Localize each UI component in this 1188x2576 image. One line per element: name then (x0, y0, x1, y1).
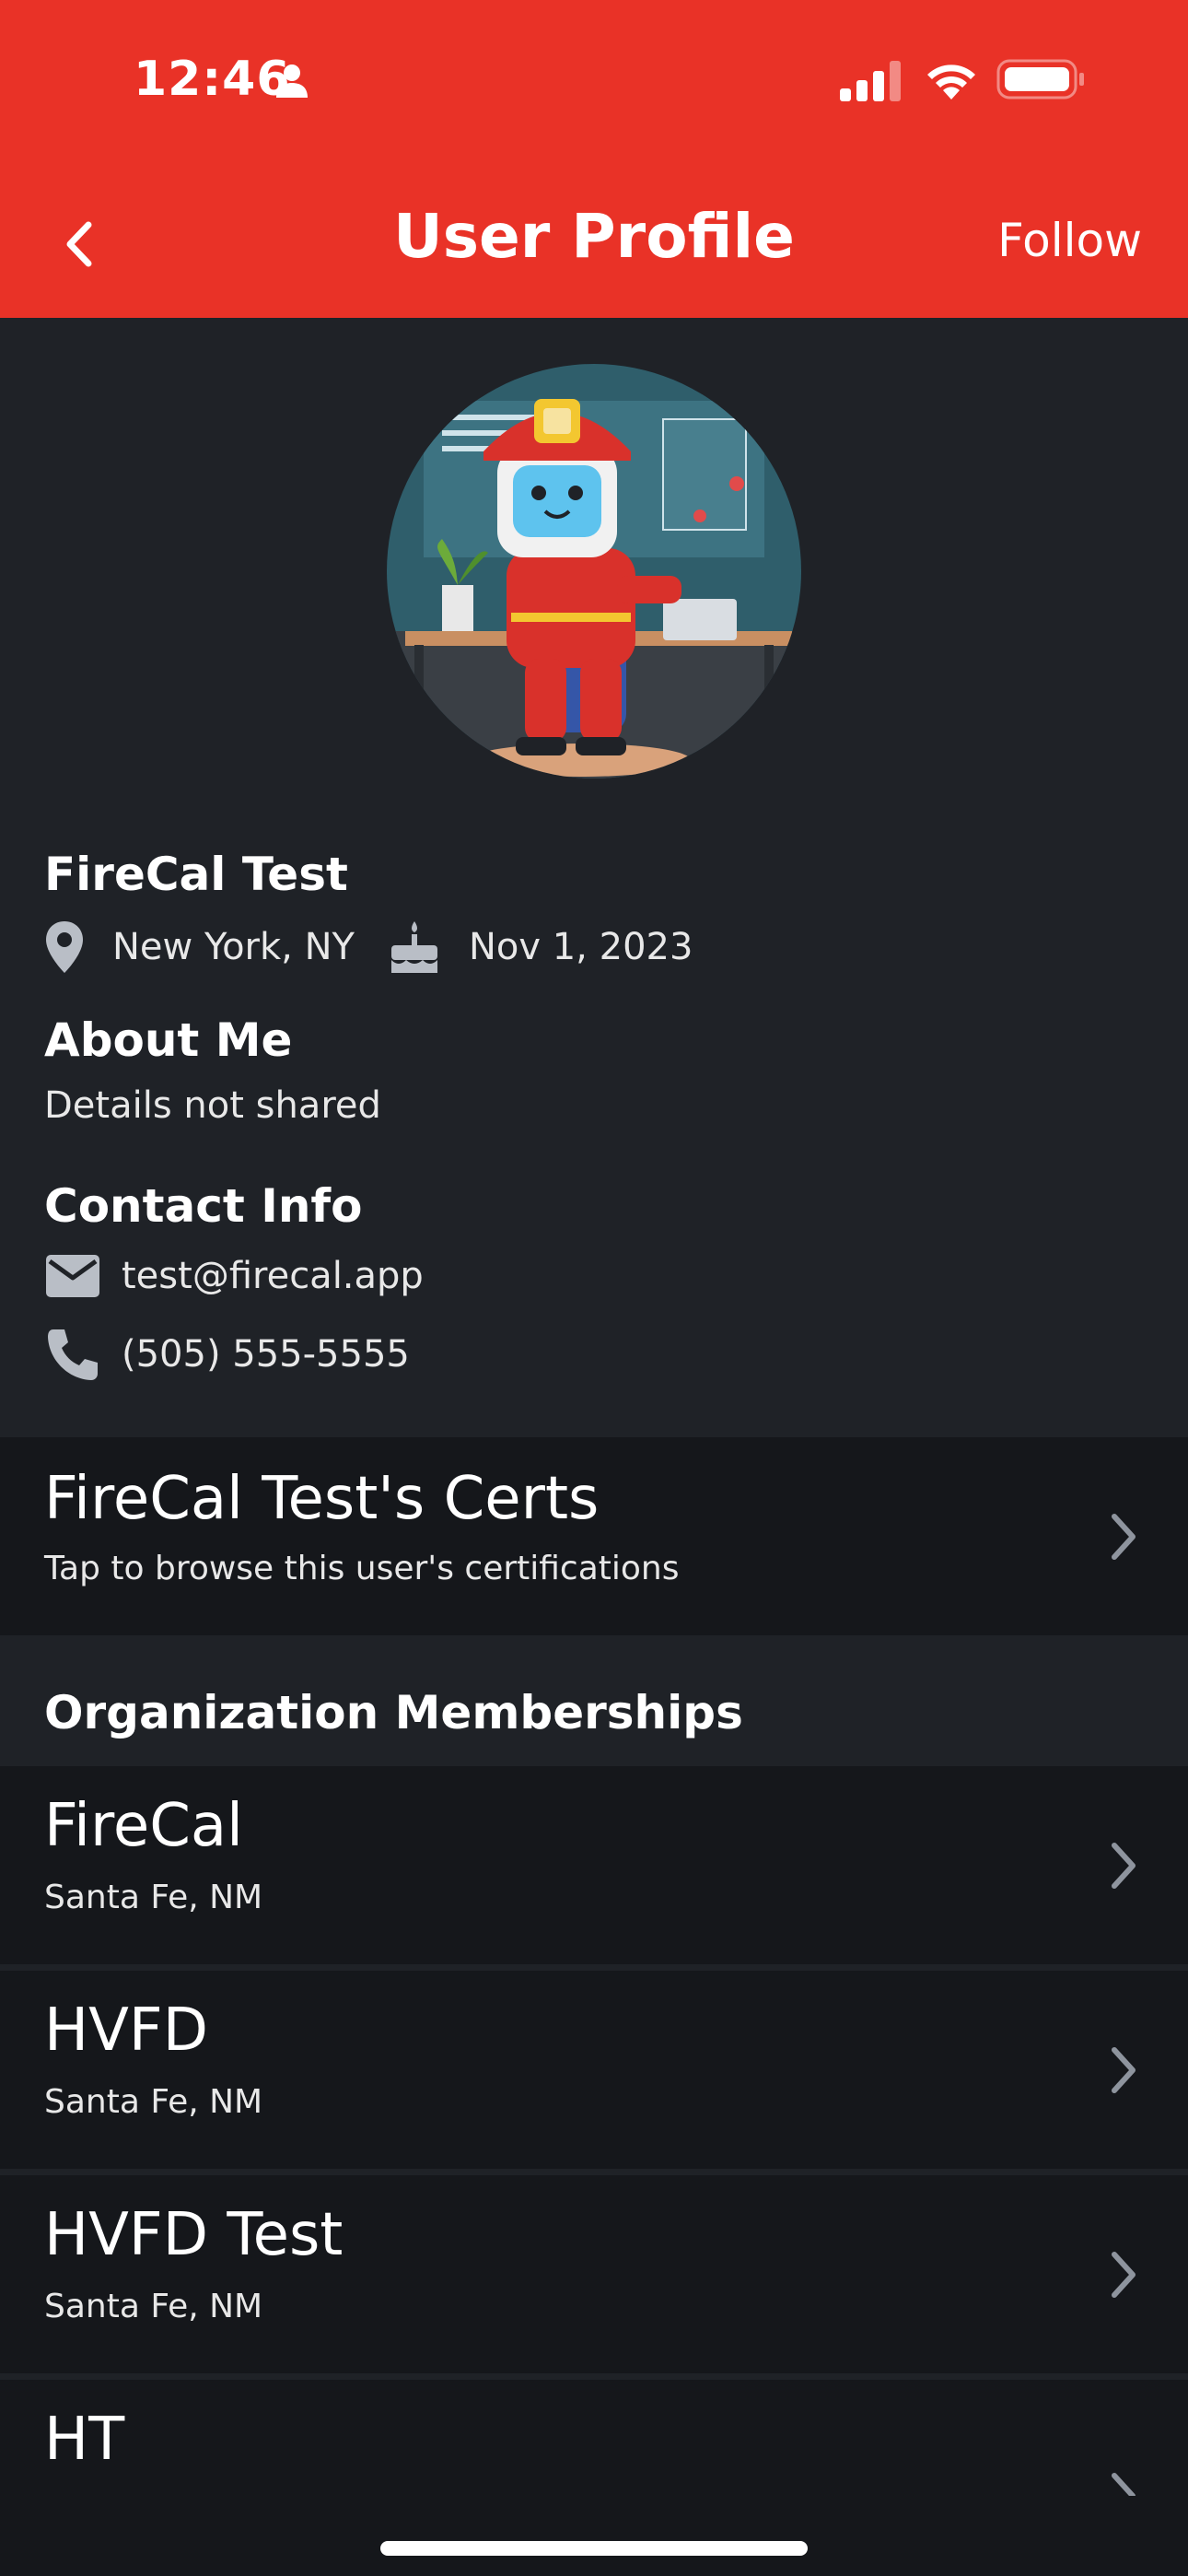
chevron-right-icon (1112, 2252, 1136, 2298)
membership-name: HT (44, 2406, 125, 2474)
membership-location: Santa Fe, NM (44, 1879, 263, 1916)
nav-bar: User Profile Follow (0, 184, 1188, 295)
user-email: test@firecal.app (122, 1255, 424, 1297)
chevron-right-icon (1112, 1843, 1136, 1889)
contact-title: Contact Info (44, 1179, 363, 1233)
memberships-header: Organization Memberships (0, 1635, 1188, 1766)
email-icon (46, 1255, 99, 1297)
person-icon (276, 64, 308, 98)
app-header: 12:46 User Profile Follow (0, 0, 1188, 318)
home-indicator[interactable] (380, 2541, 808, 2556)
meta-row: New York, NY Nov 1, 2023 (44, 915, 693, 979)
battery-icon (996, 59, 1084, 100)
profile-section: FireCal Test New York, NY Nov 1, 2023 Ab… (0, 318, 1188, 1437)
email-row[interactable]: test@firecal.app (44, 1244, 424, 1308)
memberships-title: Organization Memberships (44, 1686, 743, 1739)
user-location: New York, NY (112, 926, 355, 968)
certs-row[interactable]: FireCal Test's Certs Tap to browse this … (0, 1437, 1188, 1635)
membership-row[interactable]: HVFD Test Santa Fe, NM (0, 2175, 1188, 2373)
about-text: Details not shared (44, 1084, 381, 1127)
chevron-right-icon (1112, 1514, 1136, 1560)
membership-row[interactable]: FireCal Santa Fe, NM (0, 1766, 1188, 1964)
wifi-icon (927, 64, 975, 100)
user-phone: (505) 555-5555 (122, 1333, 410, 1376)
location-pin-icon (46, 921, 83, 973)
membership-name: FireCal (44, 1792, 243, 1860)
status-bar: 12:46 (0, 0, 1188, 157)
avatar (387, 364, 801, 779)
membership-row[interactable]: HVFD Santa Fe, NM (0, 1971, 1188, 2169)
phone-icon (48, 1329, 98, 1380)
membership-name: HVFD (44, 1996, 208, 2065)
cake-icon (390, 921, 437, 973)
certs-subtitle: Tap to browse this user's certifications (44, 1550, 680, 1587)
about-title: About Me (44, 1013, 293, 1067)
user-birthday: Nov 1, 2023 (468, 926, 693, 968)
membership-location: Santa Fe, NM (44, 2288, 263, 2325)
membership-location: Santa Fe, NM (44, 2083, 263, 2121)
chevron-right-icon (1112, 2047, 1136, 2093)
status-time: 12:46 (134, 52, 291, 107)
certs-title: FireCal Test's Certs (44, 1465, 600, 1533)
user-name: FireCal Test (44, 848, 348, 901)
phone-row[interactable]: (505) 555-5555 (44, 1322, 410, 1387)
follow-button[interactable]: Follow (997, 214, 1142, 267)
signal-icon (840, 61, 901, 101)
chevron-right-icon (1112, 2473, 1136, 2496)
membership-name: HVFD Test (44, 2201, 344, 2269)
